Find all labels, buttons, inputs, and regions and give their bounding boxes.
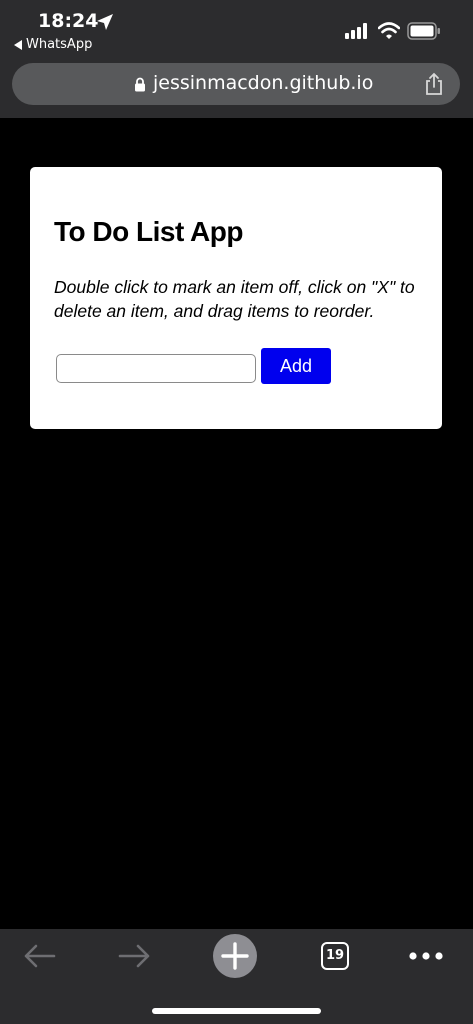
back-to-app-link[interactable]: WhatsApp: [14, 37, 92, 52]
browser-top-chrome: 18:24 WhatsApp jessinmacdon.github.io: [0, 0, 473, 118]
back-arrow-icon[interactable]: [22, 941, 56, 971]
plus-icon: [221, 942, 249, 970]
instructions-text: Double click to mark an item off, click …: [54, 277, 415, 321]
screen: 18:24 WhatsApp jessinmacdon.github.io To…: [0, 0, 473, 1024]
add-button[interactable]: Add: [261, 348, 331, 384]
address-bar[interactable]: jessinmacdon.github.io: [12, 63, 460, 105]
back-app-label: WhatsApp: [26, 37, 93, 52]
forward-arrow-icon[interactable]: [118, 941, 152, 971]
battery-icon: [407, 22, 440, 40]
cellular-signal-icon: [345, 23, 367, 39]
status-time: 18:24: [38, 10, 99, 32]
location-arrow-icon: [97, 14, 113, 30]
more-options-icon[interactable]: [408, 950, 444, 962]
todo-input[interactable]: [56, 354, 256, 383]
lock-icon: [135, 77, 145, 92]
browser-bottom-toolbar: 19: [0, 929, 473, 1024]
tabs-button[interactable]: 19: [321, 942, 349, 970]
url-text: jessinmacdon.github.io: [153, 72, 374, 94]
new-tab-button[interactable]: [213, 934, 257, 978]
home-indicator: [152, 1008, 321, 1014]
todo-card: To Do List App Double click to mark an i…: [30, 167, 442, 429]
back-triangle-icon: [14, 39, 22, 50]
wifi-icon: [378, 22, 400, 39]
share-icon[interactable]: [423, 72, 445, 96]
page-title: To Do List App: [54, 216, 243, 247]
